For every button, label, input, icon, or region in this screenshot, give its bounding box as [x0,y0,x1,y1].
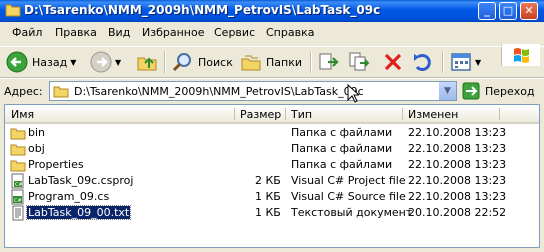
forward-button[interactable]: ▼ [90,50,121,74]
file-type: Папка с файлами [291,126,393,139]
folders-button[interactable]: Папки [240,50,302,74]
views-button[interactable]: ▼ [450,50,481,74]
up-folder-button[interactable] [136,50,158,74]
csproj-icon: C# [11,173,24,189]
copy-to-icon [349,52,370,71]
go-button[interactable]: Переход [462,82,535,100]
forward-arrow-icon [90,51,112,73]
address-label: Адрес: [4,85,43,98]
folders-label: Папки [266,55,302,69]
list-item-selected[interactable]: LabTask_09_00.txt 1 КБ Текстовый докумен… [5,205,539,221]
toolbar-separator [442,51,444,73]
menu-file[interactable]: Файл [12,26,42,39]
move-to-icon [319,53,339,70]
back-button[interactable]: Назад ▼ [6,50,76,74]
move-to-button[interactable] [318,50,340,74]
delete-icon [384,53,402,71]
list-header: Имя Размер Тип Изменен [5,105,539,124]
file-modified: 22.10.2008 13:23 [408,126,507,139]
file-name: bin [28,126,46,139]
chevron-down-icon[interactable]: ▼ [70,58,76,67]
file-type: Текстовый документ [291,206,413,219]
svg-text:C#: C# [15,182,23,188]
file-modified: 22.10.2008 13:23 [408,142,507,155]
column-header-name[interactable]: Имя [11,108,34,121]
back-arrow-icon [6,51,28,73]
list-item[interactable]: C# LabTask_09c.csproj 2 КБ Visual C# Pro… [5,173,539,189]
folder-icon [10,144,26,156]
go-arrow-icon [462,82,480,100]
go-label: Переход [485,84,535,98]
list-item[interactable]: bin Папка с файлами 22.10.2008 13:23 [5,125,539,141]
txt-file-icon [12,205,24,221]
cs-file-icon: C# [11,189,24,205]
mouse-cursor-icon [347,84,359,103]
column-divider[interactable] [285,108,286,120]
menu-help[interactable]: Справка [266,26,314,39]
menu-bar: Файл Правка Вид Избранное Сервис Справка [0,22,544,66]
folder-icon [53,86,69,98]
file-size: 1 КБ [255,190,281,203]
column-header-type[interactable]: Тип [291,108,312,121]
folder-icon [10,128,26,140]
address-value: D:\Tsarenko\NMM_2009h\NMM_PetrovIS\LabTa… [74,85,364,98]
minimize-button[interactable]: _ [478,2,496,20]
explorer-window: D:\Tsarenko\NMM_2009h\NMM_PetrovIS\LabTa… [0,0,544,252]
file-name: Properties [28,158,84,171]
column-divider[interactable] [499,108,500,120]
column-divider[interactable] [234,108,235,120]
list-item[interactable]: obj Папка с файлами 22.10.2008 13:23 [5,141,539,157]
file-name: Program_09.cs [28,190,110,203]
address-input[interactable]: D:\Tsarenko\NMM_2009h\NMM_PetrovIS\LabTa… [49,81,457,101]
address-bar: Адрес: D:\Tsarenko\NMM_2009h\NMM_PetrovI… [0,78,544,103]
delete-button[interactable] [382,50,404,74]
chevron-down-icon[interactable]: ▼ [438,82,456,100]
file-list[interactable]: Имя Размер Тип Изменен bin Папка с файла… [4,104,540,248]
maximize-button[interactable]: □ [499,2,517,20]
file-modified: 22.10.2008 13:23 [408,190,507,203]
up-folder-icon [137,57,157,71]
window-title: D:\Tsarenko\NMM_2009h\NMM_PetrovIS\LabTa… [24,3,381,17]
title-bar[interactable]: D:\Tsarenko\NMM_2009h\NMM_PetrovIS\LabTa… [0,0,544,22]
folder-icon [5,4,21,17]
file-modified: 20.10.2008 22:52 [408,206,507,219]
folder-icon [10,160,26,172]
folders-icon [241,55,261,71]
search-label: Поиск [198,55,233,69]
toolbar: Назад ▼ ▼ Поиск Папки ▼ [0,46,544,78]
file-modified: 22.10.2008 13:23 [408,158,507,171]
views-icon [451,53,471,71]
column-divider[interactable] [402,108,403,120]
file-type: Visual C# Project file [291,174,406,187]
menu-tools[interactable]: Сервис [214,26,255,39]
column-header-modified[interactable]: Изменен [408,108,458,121]
column-header-size[interactable]: Размер [240,108,281,121]
copy-to-button[interactable] [348,50,370,74]
list-item[interactable]: Properties Папка с файлами 22.10.2008 13… [5,157,539,173]
back-label: Назад [32,55,68,69]
chevron-down-icon[interactable]: ▼ [475,58,481,67]
menu-favorites[interactable]: Избранное [142,26,204,39]
file-name: obj [28,142,45,155]
menu-edit[interactable]: Правка [55,26,97,39]
file-name: LabTask_09_00.txt [25,205,132,220]
close-button[interactable]: ✕ [520,2,538,20]
file-type: Visual C# Source file [291,190,406,203]
file-type: Папка с файлами [291,142,393,155]
list-item[interactable]: C# Program_09.cs 1 КБ Visual C# Source f… [5,189,539,205]
svg-text:C#: C# [14,198,22,204]
chevron-down-icon[interactable]: ▼ [115,58,121,67]
file-size: 1 КБ [255,206,281,219]
toolbar-separator [310,51,312,73]
menu-view[interactable]: Вид [108,26,130,39]
file-name: LabTask_09c.csproj [28,174,134,187]
undo-button[interactable] [412,50,434,74]
file-size: 2 КБ [255,174,281,187]
search-button[interactable]: Поиск [172,50,233,74]
undo-icon [414,54,431,71]
file-modified: 22.10.2008 13:23 [408,174,507,187]
file-type: Папка с файлами [291,158,393,171]
search-icon [172,53,191,72]
toolbar-separator [164,51,166,73]
